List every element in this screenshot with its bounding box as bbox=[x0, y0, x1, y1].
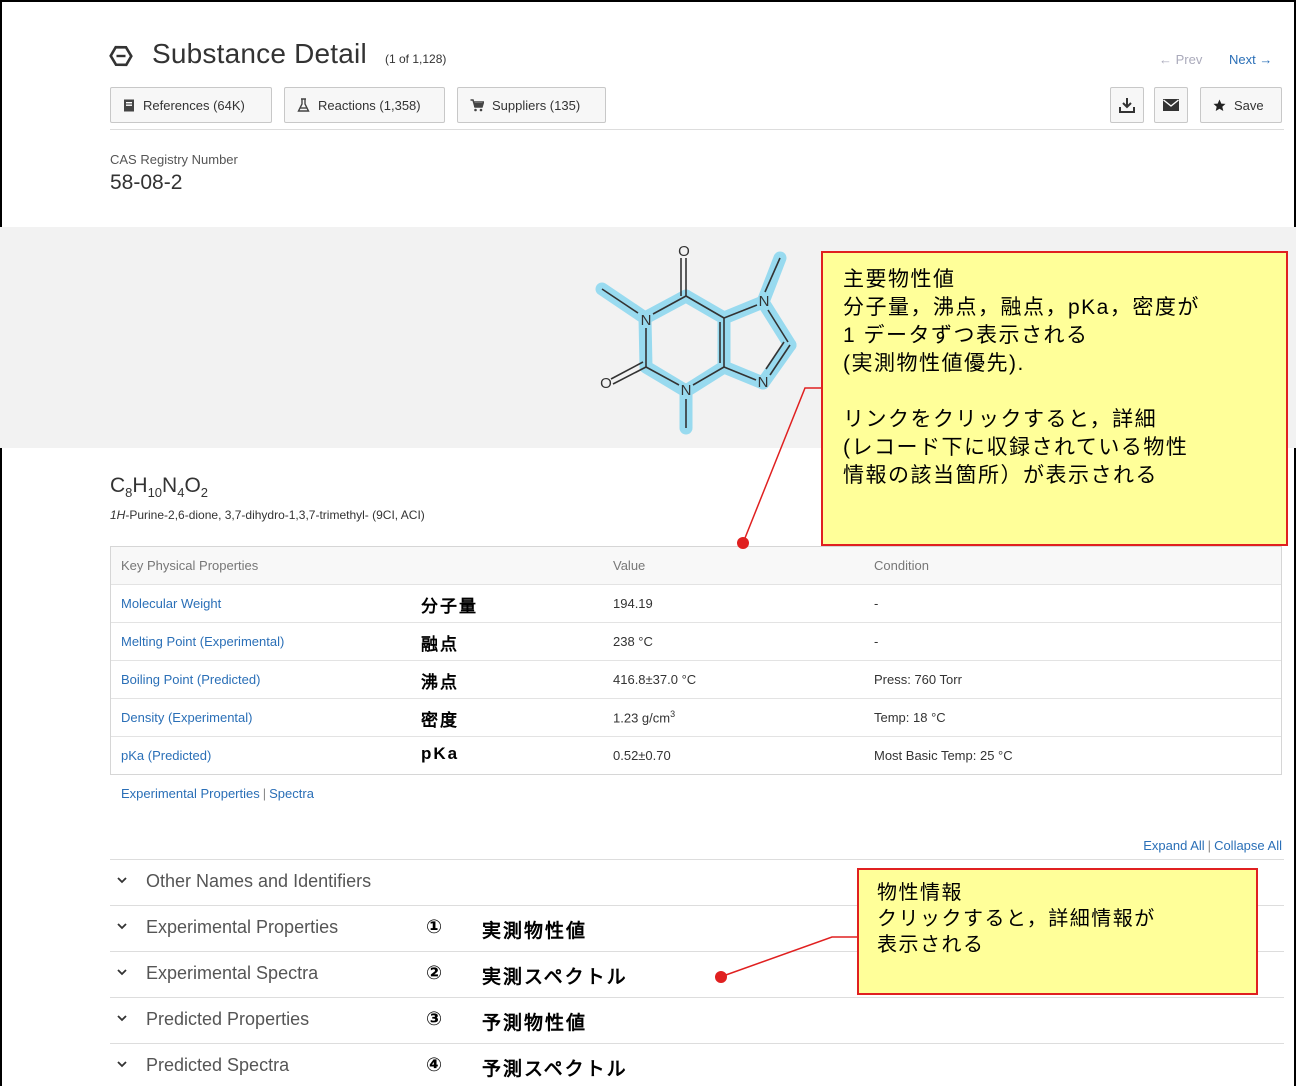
callout-leader-lines bbox=[715, 387, 857, 983]
